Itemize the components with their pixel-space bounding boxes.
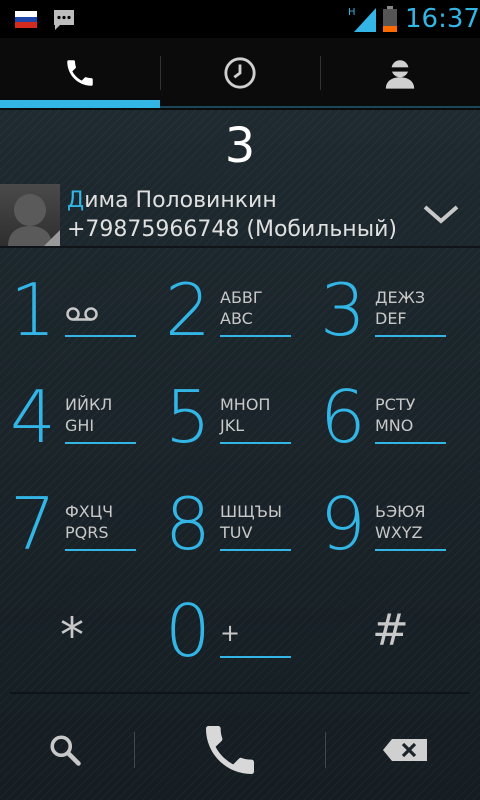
key-digit: 6 [320, 375, 366, 459]
network-type-label: H [348, 7, 356, 18]
contact-name-rest: има Половинкин [84, 188, 277, 213]
phone-icon [67, 60, 93, 86]
key-5[interactable]: 5 МНОП JKL [155, 375, 310, 480]
key-underline [220, 335, 291, 337]
key-letters-cyrillic: АБВГ [220, 288, 263, 307]
key-letters-latin: TUV [220, 523, 253, 542]
button-separator [134, 732, 135, 768]
key-hash[interactable]: # [372, 605, 409, 656]
key-underline [65, 335, 136, 337]
search-icon [50, 735, 81, 766]
key-letters-latin: PQRS [65, 523, 109, 542]
key-letters-cyrillic: ИЙКЛ [65, 395, 113, 414]
key-9[interactable]: 9 ЬЭЮЯ WXYZ [310, 482, 465, 587]
key-1[interactable]: 1 [0, 268, 155, 373]
key-underline [220, 442, 291, 444]
key-letters-latin: GHI [65, 416, 95, 435]
divider [10, 692, 470, 694]
key-letters-latin: JKL [220, 416, 245, 435]
key-underline [220, 549, 291, 551]
tab-phone[interactable] [0, 38, 160, 108]
key-letters-latin: MNO [375, 416, 414, 435]
search-button[interactable] [0, 705, 130, 795]
key-underline [375, 335, 446, 337]
key-3[interactable]: 3 ДЕЖЗ DEF [310, 268, 465, 373]
contact-suggestion[interactable]: Дима Половинкин +79875966748 (Мобильный) [0, 184, 480, 246]
call-button[interactable] [136, 705, 324, 795]
divider [0, 246, 480, 248]
key-letters-cyrillic: ЬЭЮЯ [375, 502, 426, 521]
signal-icon: H [348, 7, 376, 32]
key-digit: 5 [165, 375, 211, 459]
tab-underline [160, 106, 480, 108]
key-plus: + [220, 619, 241, 647]
key-letters-cyrillic: ШЩЪЫ [220, 502, 283, 521]
key-letters-cyrillic: РСТУ [375, 395, 416, 414]
backspace-icon [383, 739, 427, 761]
active-tab-indicator [0, 100, 160, 108]
status-bar: H 16:37 [0, 0, 480, 38]
key-4[interactable]: 4 ИЙКЛ GHI [0, 375, 155, 480]
chevron-down-icon[interactable] [422, 202, 460, 228]
key-8[interactable]: 8 ШЩЪЫ TUV [155, 482, 310, 587]
key-digit: 7 [10, 482, 56, 566]
key-letters-cyrillic: ДЕЖЗ [375, 288, 426, 307]
clock: 16:37 [405, 4, 480, 34]
key-digit: 2 [165, 268, 211, 352]
button-separator [325, 732, 326, 768]
key-digit: 0 [165, 589, 211, 673]
key-digit: 4 [10, 375, 56, 459]
key-digit: 3 [320, 268, 366, 352]
key-digit: 8 [165, 482, 211, 566]
key-underline [65, 549, 136, 551]
key-2[interactable]: 2 АБВГ ABC [155, 268, 310, 373]
key-letters-cyrillic: ФХЦЧ [65, 502, 114, 521]
clock-icon [224, 57, 256, 89]
key-underline [375, 442, 446, 444]
key-0[interactable]: 0 + [155, 589, 310, 694]
contact-name: Дима Половинкин [67, 188, 277, 213]
contact-phone: +79875966748 (Мобильный) [67, 217, 397, 242]
key-star[interactable]: * [60, 608, 84, 664]
battery-icon [383, 6, 397, 32]
dialed-number[interactable]: 3 [0, 118, 480, 174]
key-letters-cyrillic: МНОП [220, 395, 271, 414]
backspace-button[interactable] [330, 705, 480, 795]
key-digit: 1 [10, 268, 56, 352]
tab-contacts[interactable] [320, 38, 480, 108]
voicemail-icon [66, 307, 98, 321]
key-7[interactable]: 7 ФХЦЧ PQRS [0, 482, 155, 587]
avatar [0, 184, 60, 246]
contact-photo-placeholder-icon [8, 194, 60, 246]
key-6[interactable]: 6 РСТУ MNO [310, 375, 465, 480]
key-underline [220, 656, 291, 658]
key-underline [65, 442, 136, 444]
person-icon [385, 60, 415, 89]
key-letters-latin: ABC [220, 309, 253, 328]
key-letters-latin: DEF [375, 309, 407, 328]
russia-flag-icon [15, 11, 37, 28]
key-letters-latin: WXYZ [375, 523, 423, 542]
call-icon [206, 726, 254, 774]
key-digit: 9 [320, 482, 366, 566]
sms-icon [54, 10, 74, 30]
contact-name-match: Д [67, 188, 85, 213]
key-underline [375, 549, 446, 551]
tab-recent[interactable] [160, 38, 320, 108]
